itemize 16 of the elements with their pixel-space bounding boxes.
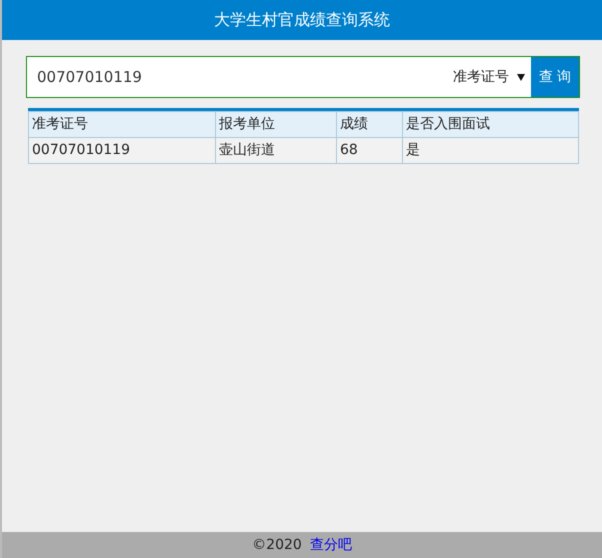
- table-cell: 壶山街道: [216, 138, 336, 164]
- table-cell: 00707010119: [28, 138, 216, 164]
- site-link[interactable]: 查分吧: [310, 534, 352, 556]
- column-header: 报考单位: [216, 112, 336, 138]
- search-type-select[interactable]: 准考证号: [447, 57, 531, 97]
- caret-icon: [517, 74, 525, 80]
- column-header: 成绩: [336, 112, 402, 138]
- page-title: 大学生村官成绩查询系统: [214, 9, 390, 31]
- copyright-text: ©2020: [252, 536, 302, 554]
- search-field[interactable]: 00707010119: [27, 57, 447, 97]
- table-cell: 是: [402, 138, 578, 164]
- search-button[interactable]: 查 询: [531, 57, 579, 97]
- column-header: 准考证号: [28, 112, 216, 138]
- table-cell: 68: [336, 138, 402, 164]
- column-header: 是否入围面试: [402, 112, 578, 138]
- search-bar[interactable]: 00707010119 准考证号 查 询: [26, 56, 580, 98]
